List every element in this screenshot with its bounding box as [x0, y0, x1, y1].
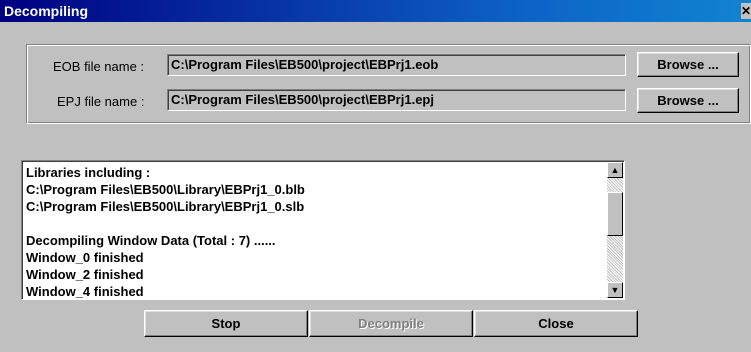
log-line: Decompiling Window Data (Total : 7) ....… — [26, 233, 276, 248]
log-line: C:\Program Files\EB500\Library\EBPrj1_0.… — [26, 182, 305, 197]
log-lines: Libraries including : C:\Program Files\E… — [26, 164, 606, 299]
scroll-up-icon[interactable]: ▲ — [607, 162, 623, 178]
scroll-down-icon[interactable]: ▼ — [607, 282, 623, 298]
eob-file-field[interactable]: C:\Program Files\EB500\project\EBPrj1.eo… — [167, 54, 626, 76]
title-bar: Decompiling ✕ — [0, 0, 751, 22]
decompile-button[interactable]: Decompile — [309, 310, 473, 337]
epj-browse-button[interactable]: Browse ... — [637, 88, 739, 113]
window-title: Decompiling — [4, 3, 89, 19]
log-scrollbar[interactable]: ▲ ▼ — [607, 162, 623, 298]
log-line: Window_2 finished — [26, 267, 144, 282]
epj-file-field[interactable]: C:\Program Files\EB500\project\EBPrj1.ep… — [167, 89, 626, 111]
scroll-thumb[interactable] — [607, 192, 623, 236]
close-icon[interactable]: ✕ — [741, 3, 751, 19]
log-line: Window_4 finished — [26, 284, 144, 299]
eob-browse-button[interactable]: Browse ... — [637, 52, 739, 77]
log-output[interactable]: Libraries including : C:\Program Files\E… — [21, 160, 625, 300]
log-line: Window_0 finished — [26, 250, 144, 265]
epj-label: EPJ file name : — [57, 94, 145, 109]
eob-label: EOB file name : — [53, 59, 145, 74]
close-button[interactable]: Close — [474, 310, 638, 337]
stop-button[interactable]: Stop — [144, 310, 308, 337]
log-line: C:\Program Files\EB500\Library\EBPrj1_0.… — [26, 199, 305, 214]
log-line: Libraries including : — [26, 165, 151, 180]
